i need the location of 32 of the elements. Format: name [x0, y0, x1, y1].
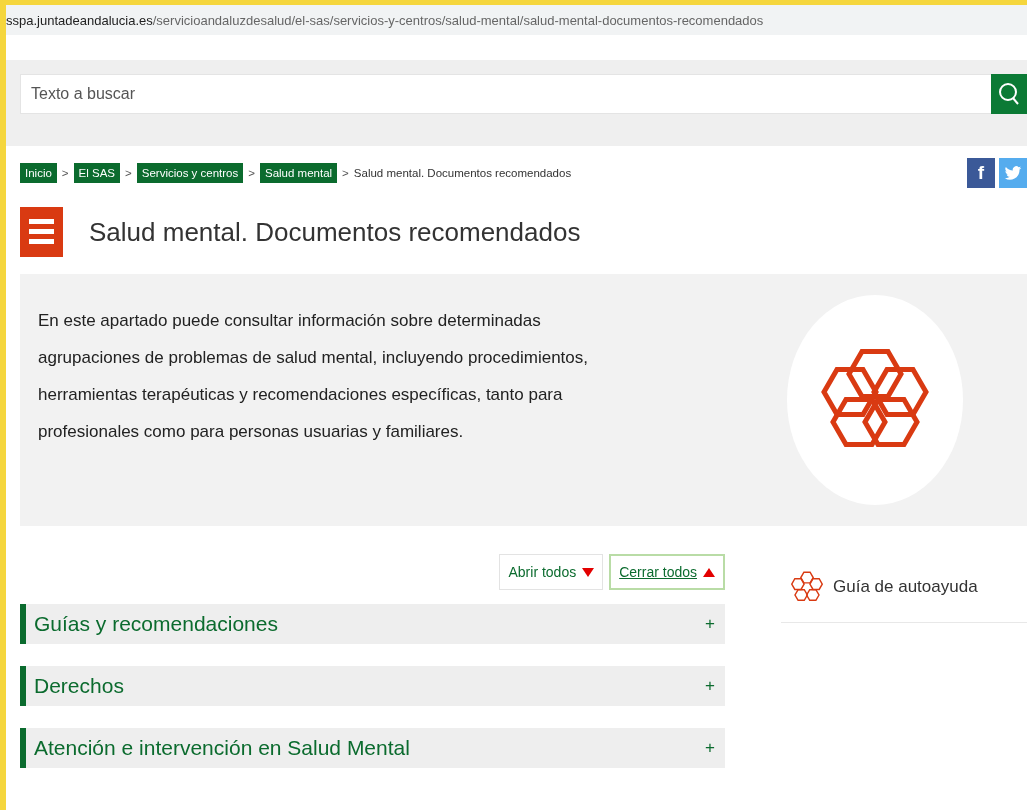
breadcrumb-link[interactable]: Inicio	[20, 163, 57, 183]
breadcrumb-separator: >	[342, 167, 349, 179]
facebook-button[interactable]: f	[967, 158, 995, 188]
search-icon	[998, 82, 1020, 106]
search-button[interactable]	[991, 74, 1027, 114]
accordion-title: Guías y recomendaciones	[34, 612, 278, 636]
breadcrumb-link[interactable]: El SAS	[73, 163, 120, 183]
bird-icon	[1004, 165, 1022, 181]
breadcrumb-separator: >	[61, 167, 69, 179]
breadcrumb-separator: >	[248, 167, 255, 179]
accordion-header[interactable]: Atención e intervención en Salud Mental +	[20, 728, 725, 768]
accordion-toggle-button[interactable]: Cerrar todos	[609, 554, 725, 590]
accordion-toggle-button[interactable]: Abrir todos	[499, 554, 604, 590]
hexagon-flower-icon	[791, 570, 823, 604]
menu-icon	[20, 207, 63, 257]
search-field[interactable]: Texto a buscar	[20, 74, 991, 114]
expand-toggle[interactable]: +	[705, 738, 715, 758]
page-title: Salud mental. Documentos recomendados	[89, 216, 581, 248]
sidebar-link[interactable]: Guía de autoayuda	[833, 577, 978, 597]
breadcrumb-link[interactable]: Servicios y centros	[136, 163, 244, 183]
accordion-title: Derechos	[34, 674, 124, 698]
accordion-header[interactable]: Derechos +	[20, 666, 725, 706]
breadcrumb-current: Salud mental. Documentos recomendados	[353, 166, 572, 181]
up-triangle-icon	[703, 567, 715, 577]
accordion-header[interactable]: Guías y recomendaciones +	[20, 604, 725, 644]
breadcrumb-separator: >	[125, 167, 132, 179]
intro-text: En este apartado puede consultar información sobre determinadas agrupaciones de problemas de salud mental, incluyendo procedimientos, herramientas terapéuticas y recomendaciones específicas, tanto para profesionales como para personas usuarias y familiares.	[38, 310, 589, 443]
accordion-title: Atención e intervención en Salud Mental	[34, 736, 410, 760]
down-triangle-icon	[582, 567, 595, 577]
expand-toggle[interactable]: +	[705, 614, 715, 634]
expand-toggle[interactable]: +	[705, 676, 715, 696]
breadcrumb-link[interactable]: Salud mental	[259, 163, 338, 183]
